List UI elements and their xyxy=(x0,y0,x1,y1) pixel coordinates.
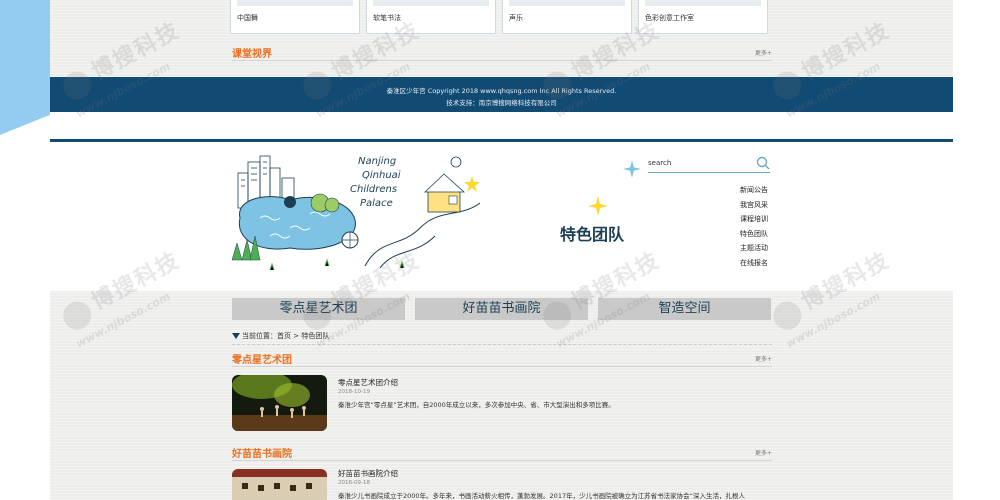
copyright-text: 秦淮区少年宫 Copyright 2018 www.qhqsng.com Inc… xyxy=(386,87,617,95)
page-title: 特色团队 xyxy=(560,225,625,244)
logo-text-line: Childrens xyxy=(350,184,397,195)
course-card-row: 中国舞 软笔书法 声乐 色彩创意工作室 xyxy=(230,0,820,36)
nav-item-signup[interactable]: 在线报名 xyxy=(740,258,800,273)
search-icon[interactable] xyxy=(756,156,770,170)
main-nav: 新闻公告 我宫风采 课程培训 特色团队 主题活动 在线报名 xyxy=(740,185,800,272)
team-intro-title[interactable]: 零点星艺术团介绍 xyxy=(338,377,398,388)
logo-text-line: Nanjing xyxy=(358,156,396,167)
team-intro-title[interactable]: 好苗苗书画院介绍 xyxy=(338,468,398,479)
team-intro-desc: 秦淮少年宫“零点星”艺术团，自2000年成立以来，多次参加中央、省、市大型演出和… xyxy=(338,401,615,409)
team-section-header: 好苗苗书画院 更多+ xyxy=(232,445,772,461)
search-input[interactable] xyxy=(648,155,748,171)
course-card-image xyxy=(237,0,353,6)
tab-haomiaomiao[interactable]: 好苗苗书画院 xyxy=(415,298,588,320)
tab-lingdianxing[interactable]: 零点星艺术团 xyxy=(232,298,405,320)
course-card[interactable]: 声乐 xyxy=(502,0,632,34)
team-section: 好苗苗书画院 更多+ 好苗苗书画院介绍 2018-09-18 秦淮少儿书画院成立… xyxy=(232,445,772,500)
course-card[interactable]: 色彩创意工作室 xyxy=(638,0,768,34)
tab-zhizao[interactable]: 智造空间 xyxy=(598,298,771,320)
team-section-header: 零点星艺术团 更多+ xyxy=(232,351,772,367)
sparkle-star-icon xyxy=(623,160,641,178)
nav-item-activities[interactable]: 主题活动 xyxy=(740,243,800,258)
team-tabs: 零点星艺术团 好苗苗书画院 智造空间 xyxy=(232,298,772,320)
more-link[interactable]: 更多+ xyxy=(755,354,772,363)
breadcrumb: 当前位置：首页 > 特色团队 xyxy=(232,331,772,345)
team-section: 零点星艺术团 更多+ 零点星艺术团介绍 2018-10-19 秦淮少年宫“零点星… xyxy=(232,351,772,431)
nav-item-courses[interactable]: 课程培训 xyxy=(740,214,800,229)
course-card-image xyxy=(373,0,489,6)
more-link[interactable]: 更多+ xyxy=(755,48,772,57)
nav-item-news[interactable]: 新闻公告 xyxy=(740,185,800,200)
section-title: 课堂视界 xyxy=(232,49,272,60)
more-link[interactable]: 更多+ xyxy=(755,448,772,457)
logo-text-line: Palace xyxy=(360,198,393,209)
team-intro-date: 2018-09-18 xyxy=(338,480,370,486)
children-palace-logo[interactable]: Nanjing Qinhuai Childrens Palace xyxy=(230,148,480,276)
course-card-label: 软笔书法 xyxy=(373,14,401,22)
sparkle-star-icon xyxy=(588,196,608,216)
nav-item-style[interactable]: 我宫风采 xyxy=(740,200,800,215)
team-photo[interactable] xyxy=(232,375,327,431)
course-card-label: 声乐 xyxy=(509,14,523,22)
course-card[interactable]: 中国舞 xyxy=(230,0,360,34)
course-card-label: 中国舞 xyxy=(237,14,258,22)
section-title: 零点星艺术团 xyxy=(232,355,292,366)
decorative-corner-triangle xyxy=(0,0,50,135)
footer-band: 秦淮区少年宫 Copyright 2018 www.qhqsng.com Inc… xyxy=(50,77,953,112)
top-content-panel: 中国舞 软笔书法 声乐 色彩创意工作室 课堂视界 更多+ xyxy=(50,0,953,77)
site-header: Nanjing Qinhuai Childrens Palace 特色团队 新闻… xyxy=(50,139,953,291)
course-card-image xyxy=(509,0,625,6)
course-card[interactable]: 软笔书法 xyxy=(366,0,496,34)
breadcrumb-arrow-icon xyxy=(232,333,240,339)
search-box xyxy=(648,155,770,173)
logo-text-line: Qinhuai xyxy=(362,170,401,181)
course-card-image xyxy=(645,0,761,6)
team-photo[interactable] xyxy=(232,469,327,500)
breadcrumb-text[interactable]: 当前位置：首页 > 特色团队 xyxy=(242,332,329,340)
section-title: 好苗苗书画院 xyxy=(232,449,292,460)
classroom-section-header: 课堂视界 更多+ xyxy=(232,45,772,61)
course-card-label: 色彩创意工作室 xyxy=(645,14,694,22)
team-intro-date: 2018-10-19 xyxy=(338,389,370,395)
nav-item-teams[interactable]: 特色团队 xyxy=(740,229,800,244)
main-content-panel: 零点星艺术团 好苗苗书画院 智造空间 当前位置：首页 > 特色团队 零点星艺术团… xyxy=(50,291,953,500)
team-intro-desc: 秦淮少儿书画院成立于2000年。多年来，书画活动薪火相传，蓬勃发展。2017年，… xyxy=(338,492,745,500)
tech-support-text: 技术支持：南京博搜网络科技有限公司 xyxy=(446,99,557,107)
